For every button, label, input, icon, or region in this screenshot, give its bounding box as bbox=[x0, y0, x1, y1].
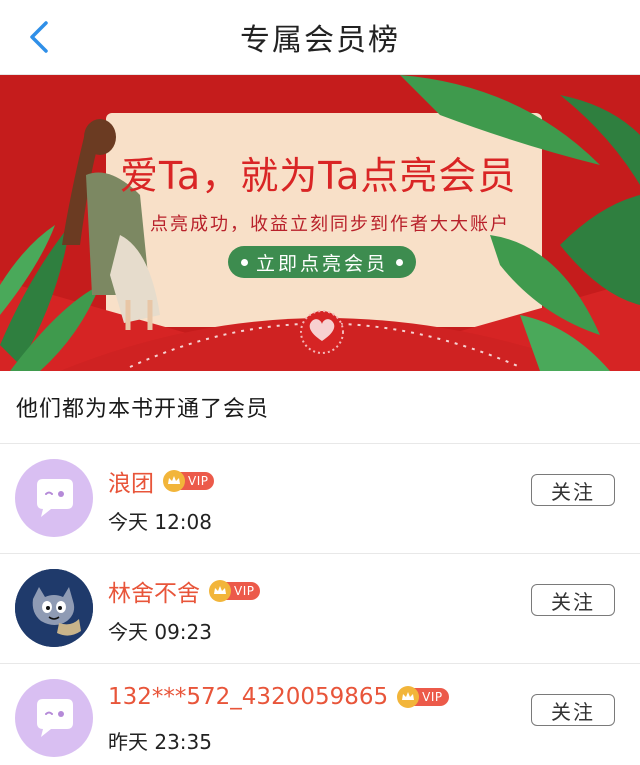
avatar[interactable] bbox=[15, 459, 93, 537]
dot-icon bbox=[396, 258, 403, 266]
cta-label: 立即点亮会员 bbox=[255, 252, 388, 275]
chevron-left-icon bbox=[30, 21, 48, 53]
back-button[interactable] bbox=[22, 18, 56, 56]
top-nav-bar: 专属会员榜 bbox=[0, 0, 640, 75]
vip-badge: VIP bbox=[208, 580, 261, 602]
vip-badge: VIP bbox=[396, 686, 449, 708]
member-list: 浪团 VIP 今天 12:08 关注 林舍不舍 VIP 今天 09:23 关注 … bbox=[0, 444, 640, 765]
avatar[interactable] bbox=[15, 569, 93, 647]
dot-icon bbox=[240, 258, 248, 266]
section-title: 他们都为本书开通了会员 bbox=[0, 371, 640, 444]
member-row[interactable]: 浪团 VIP 今天 12:08 关注 bbox=[0, 444, 640, 554]
light-up-membership-button[interactable]: 立即点亮会员 bbox=[228, 246, 416, 278]
member-time: 今天 09:23 bbox=[108, 620, 212, 644]
vip-badge: VIP bbox=[162, 470, 215, 492]
banner-headline: 爱Ta，就为Ta点亮会员 bbox=[120, 154, 517, 198]
avatar[interactable] bbox=[15, 679, 93, 757]
chat-bubble-avatar-icon bbox=[37, 699, 73, 737]
crown-icon bbox=[397, 686, 420, 708]
promo-banner[interactable]: 爱Ta，就为Ta点亮会员 点亮成功，收益立刻同步到作者大大账户 立即点亮会员 bbox=[0, 75, 640, 371]
member-time: 昨天 23:35 bbox=[108, 730, 212, 754]
chat-bubble-avatar-icon bbox=[37, 479, 73, 517]
member-name[interactable]: 132***572_4320059865 bbox=[108, 684, 388, 710]
follow-button[interactable]: 关注 bbox=[531, 474, 615, 506]
cartoon-cat-avatar-icon bbox=[15, 569, 93, 647]
follow-button[interactable]: 关注 bbox=[531, 584, 615, 616]
member-time: 今天 12:08 bbox=[108, 510, 212, 534]
member-name[interactable]: 林舍不舍 bbox=[108, 574, 200, 608]
member-row[interactable]: 132***572_4320059865 VIP 昨天 23:35 关注 bbox=[0, 664, 640, 765]
member-name[interactable]: 浪团 bbox=[108, 464, 154, 498]
follow-button[interactable]: 关注 bbox=[531, 694, 615, 726]
crown-icon bbox=[163, 470, 185, 492]
page-title: 专属会员榜 bbox=[240, 23, 400, 58]
member-row[interactable]: 林舍不舍 VIP 今天 09:23 关注 bbox=[0, 554, 640, 664]
banner-subtitle: 点亮成功，收益立刻同步到作者大大账户 bbox=[150, 214, 510, 235]
crown-icon bbox=[209, 580, 231, 602]
